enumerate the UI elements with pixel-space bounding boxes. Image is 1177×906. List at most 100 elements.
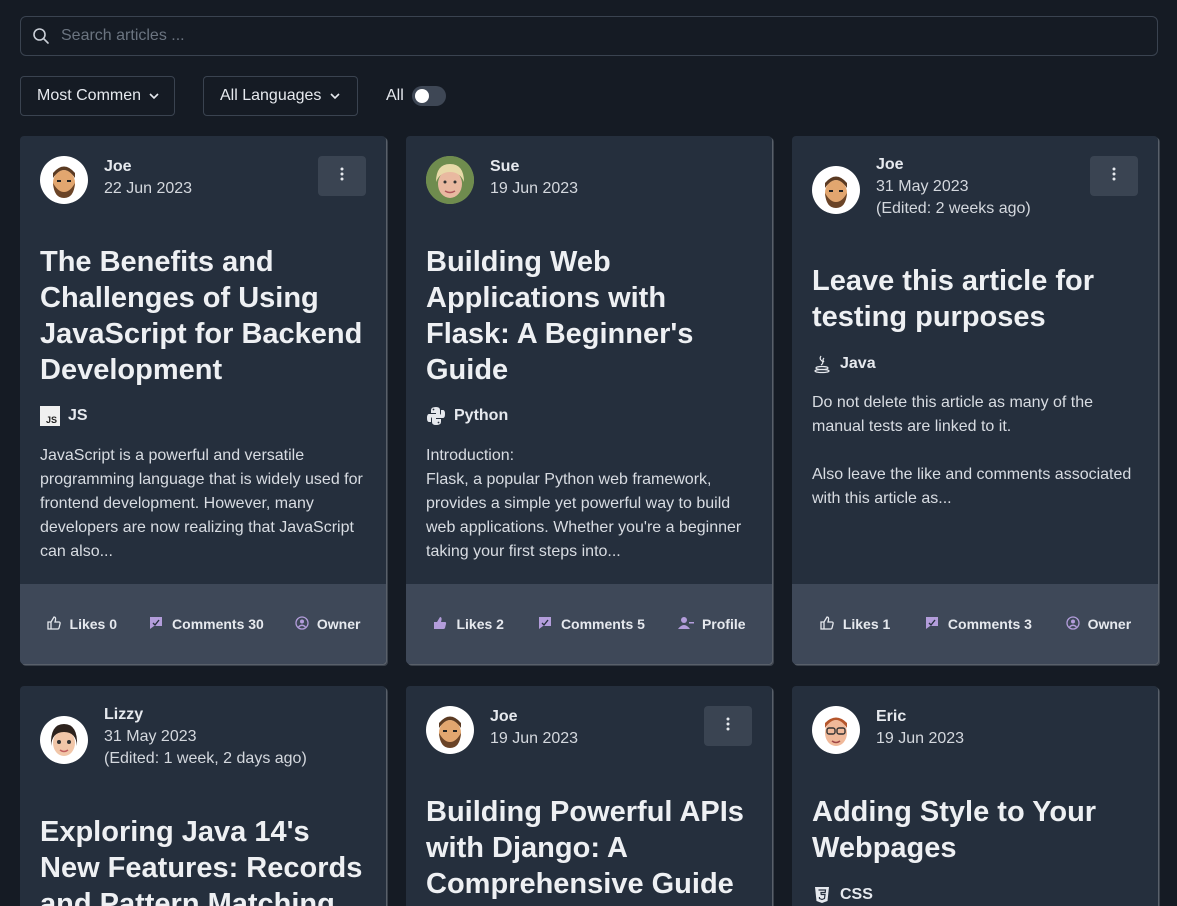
- author-name[interactable]: Joe: [490, 706, 578, 728]
- article-card[interactable]: Sue 19 Jun 2023 Building Web Application…: [406, 136, 772, 664]
- card-header: Joe 22 Jun 2023: [40, 156, 192, 204]
- search-bar[interactable]: [20, 16, 1158, 56]
- comment-icon: [537, 615, 553, 634]
- post-date: 22 Jun 2023: [104, 180, 193, 197]
- language-label: JS: [68, 407, 88, 424]
- author-name[interactable]: Joe: [876, 154, 1031, 176]
- user-circle-icon: [1065, 615, 1080, 633]
- chevron-down-icon: [148, 87, 160, 105]
- article-excerpt: JavaScript is a powerful and versatile p…: [40, 447, 363, 560]
- language-label: CSS: [840, 886, 873, 903]
- author-name[interactable]: Joe: [104, 156, 192, 178]
- article-title[interactable]: Building Web Applications with Flask: A …: [426, 244, 756, 388]
- thumbs-up-icon: [46, 615, 62, 634]
- avatar[interactable]: [812, 166, 860, 214]
- author-name[interactable]: Sue: [490, 156, 578, 178]
- article-card[interactable]: Joe 31 May 2023 (Edited: 2 weeks ago) Le…: [792, 136, 1158, 664]
- comments-button[interactable]: Comments 3: [924, 615, 1032, 634]
- profile-label: Profile: [701, 616, 746, 632]
- all-toggle-group: All: [386, 86, 446, 106]
- language-select[interactable]: All Languages: [203, 76, 358, 116]
- comment-icon: [148, 615, 164, 634]
- owner-label: Owner: [1087, 616, 1132, 632]
- language-tag: JS JS: [40, 406, 88, 426]
- card-footer: Likes 1 Comments 3 Owner: [792, 584, 1158, 664]
- owner-badge[interactable]: Owner: [1065, 615, 1132, 633]
- like-button[interactable]: Likes 2: [432, 615, 504, 634]
- article-excerpt: Introduction: Flask, a popular Python we…: [426, 447, 742, 560]
- thumbs-up-filled-icon: [432, 615, 448, 634]
- thumbs-up-icon: [819, 615, 835, 634]
- sort-select[interactable]: Most Commented: [20, 76, 175, 116]
- article-card[interactable]: Lizzy 31 May 2023 (Edited: 1 week, 2 day…: [20, 686, 386, 906]
- search-input[interactable]: [61, 27, 1157, 45]
- article-excerpt: Do not delete this article as many of th…: [812, 394, 1132, 507]
- comments-count: Comments 5: [560, 616, 645, 632]
- javascript-icon: JS: [40, 406, 60, 426]
- language-label: Java: [840, 355, 876, 372]
- article-title[interactable]: Leave this article for testing purposes: [812, 263, 1142, 335]
- article-card[interactable]: Eric 19 Jun 2023 Adding Style to Your We…: [792, 686, 1158, 906]
- java-icon: [812, 354, 832, 374]
- article-card[interactable]: Joe 22 Jun 2023 The Benefits and Challen…: [20, 136, 386, 664]
- all-toggle-switch[interactable]: [411, 86, 446, 106]
- avatar[interactable]: [40, 156, 88, 204]
- article-title[interactable]: The Benefits and Challenges of Using Jav…: [40, 244, 370, 388]
- comment-icon: [924, 615, 940, 634]
- article-card[interactable]: Joe 19 Jun 2023 Building Powerful APIs w…: [406, 686, 772, 906]
- author-info: Joe 19 Jun 2023: [490, 706, 578, 754]
- profile-button[interactable]: Profile: [677, 616, 746, 633]
- card-header: Sue 19 Jun 2023: [426, 156, 578, 204]
- edited-note: (Edited: 2 weeks ago): [876, 200, 1031, 217]
- likes-count: Likes 1: [842, 616, 891, 632]
- author-name[interactable]: Eric: [876, 706, 964, 728]
- post-date: 19 Jun 2023: [490, 180, 579, 197]
- post-date: 31 May 2023: [104, 728, 197, 745]
- language-tag: Python: [426, 406, 508, 426]
- author-info: Lizzy 31 May 2023 (Edited: 1 week, 2 day…: [104, 704, 307, 770]
- article-title[interactable]: Building Powerful APIs with Django: A Co…: [426, 794, 756, 902]
- toggle-label: All: [386, 87, 404, 104]
- chevron-down-icon: [329, 87, 341, 105]
- language-tag: Java: [812, 354, 876, 374]
- more-options-button[interactable]: [1090, 156, 1138, 196]
- user-profile-icon: [677, 616, 694, 633]
- avatar[interactable]: [426, 706, 474, 754]
- more-options-button[interactable]: [704, 706, 752, 746]
- language-label: Python: [454, 407, 509, 424]
- post-date: 31 May 2023: [876, 178, 969, 195]
- avatar[interactable]: [812, 706, 860, 754]
- more-options-button[interactable]: [318, 156, 366, 196]
- css-icon: [812, 885, 832, 905]
- card-header: Eric 19 Jun 2023: [812, 706, 964, 754]
- python-icon: [426, 406, 446, 426]
- like-button[interactable]: Likes 1: [819, 615, 890, 634]
- author-name[interactable]: Lizzy: [104, 704, 307, 726]
- comments-button[interactable]: Comments 5: [537, 615, 645, 634]
- svg-text:JS: JS: [46, 415, 57, 425]
- article-title[interactable]: Exploring Java 14's New Features: Record…: [40, 814, 370, 906]
- like-button[interactable]: Likes 0: [46, 615, 117, 634]
- sort-select-label: Most Commented: [37, 87, 140, 104]
- avatar[interactable]: [426, 156, 474, 204]
- more-vertical-icon: [726, 717, 730, 736]
- comments-count: Comments 3: [947, 616, 1032, 632]
- post-date: 19 Jun 2023: [876, 730, 965, 747]
- more-vertical-icon: [340, 167, 344, 186]
- language-tag: CSS: [812, 885, 873, 905]
- author-info: Sue 19 Jun 2023: [490, 156, 578, 204]
- post-date: 19 Jun 2023: [490, 730, 579, 747]
- article-title[interactable]: Adding Style to Your Webpages: [812, 794, 1142, 866]
- card-header: Lizzy 31 May 2023 (Edited: 1 week, 2 day…: [40, 706, 307, 770]
- avatar[interactable]: [40, 716, 88, 764]
- owner-badge[interactable]: Owner: [295, 615, 360, 633]
- language-select-label: All Languages: [220, 87, 322, 104]
- author-info: Joe 22 Jun 2023: [104, 156, 192, 204]
- edited-note: (Edited: 1 week, 2 days ago): [104, 750, 307, 767]
- card-header: Joe 19 Jun 2023: [426, 706, 578, 754]
- toggle-knob: [414, 89, 429, 103]
- comments-button[interactable]: Comments 30: [148, 615, 264, 634]
- card-footer: Likes 0 Comments 30 Owner: [20, 584, 386, 664]
- filter-bar: Most Commented All Languages All: [20, 76, 446, 116]
- user-circle-icon: [295, 615, 309, 633]
